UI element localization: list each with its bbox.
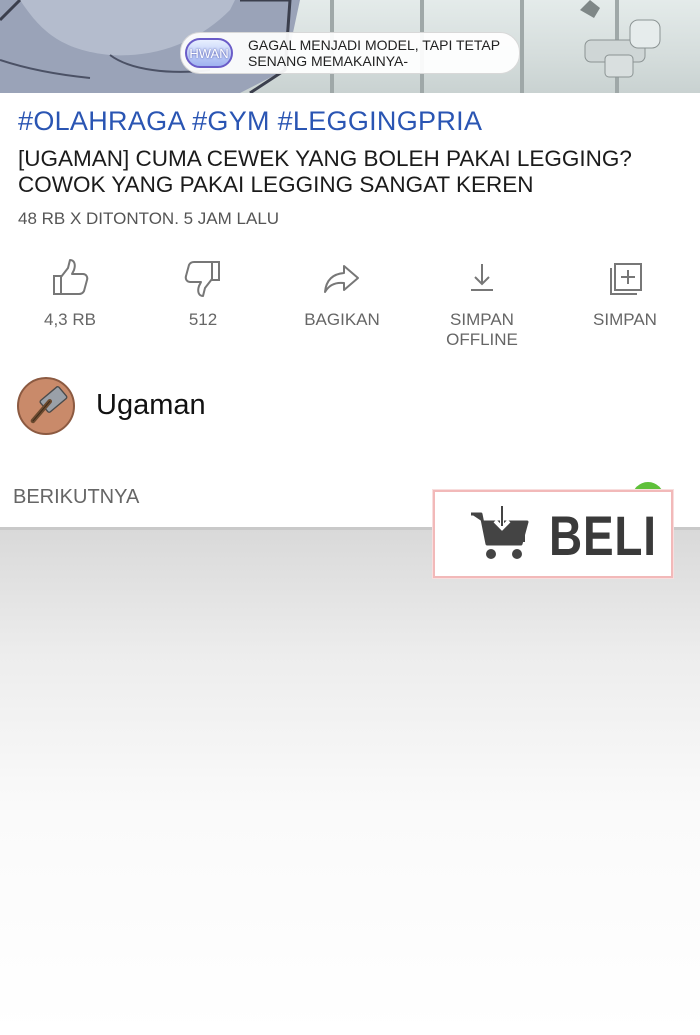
- channel-name[interactable]: Ugaman: [96, 389, 206, 422]
- hammer-icon: [30, 386, 68, 424]
- buy-label: BELI: [549, 504, 657, 567]
- add-to-playlist-icon: [610, 263, 642, 295]
- up-next-area: [0, 530, 700, 1035]
- share-button[interactable]: BAGIKAN: [272, 256, 412, 336]
- caption-bubble: HWAN GAGAL MENJADI MODEL, TAPI TETAP SEN…: [180, 32, 520, 74]
- share-label: BAGIKAN: [304, 310, 380, 329]
- share-icon: [324, 265, 359, 293]
- video-frame[interactable]: HWAN GAGAL MENJADI MODEL, TAPI TETAP SEN…: [0, 0, 700, 93]
- caption-speaker-badge: HWAN: [185, 38, 233, 68]
- dislike-count: 512: [188, 310, 218, 329]
- offline-save-button[interactable]: SIMPAN OFFLINE: [412, 256, 552, 349]
- like-count: 4,3 RB: [44, 310, 96, 329]
- furniture-illustration: [580, 0, 661, 78]
- window-frame: [520, 0, 524, 93]
- channel-avatar[interactable]: [17, 377, 75, 435]
- hashtags[interactable]: #OLAHRAGA #GYM #LEGGINGPRIA: [18, 106, 482, 137]
- save-button[interactable]: SIMPAN: [555, 256, 695, 336]
- save-label: SIMPAN: [593, 310, 657, 329]
- download-icon: [471, 264, 493, 291]
- video-meta: 48 RB X DITONTON. 5 JAM LALU: [18, 209, 280, 228]
- caption-text: GAGAL MENJADI MODEL, TAPI TETAP SENANG M…: [248, 37, 500, 69]
- up-next-label: BERIKUTNYA: [13, 486, 140, 508]
- like-button[interactable]: 4,3 RB: [0, 256, 140, 336]
- thumbs-down-icon: [184, 261, 220, 297]
- cart-download-icon: [471, 506, 529, 559]
- dislike-button[interactable]: 512: [133, 256, 273, 336]
- thumbs-up-icon: [53, 259, 89, 295]
- buy-button[interactable]: BELI: [433, 490, 673, 578]
- video-title: [UGAMAN] CUMA CEWEK YANG BOLEH PAKAI LEG…: [18, 146, 632, 197]
- offline-save-label: SIMPAN OFFLINE: [446, 310, 518, 349]
- action-bar: 4,3 RB 512 BAGIKAN SIMPAN OFFLINE SIMPAN: [0, 256, 700, 349]
